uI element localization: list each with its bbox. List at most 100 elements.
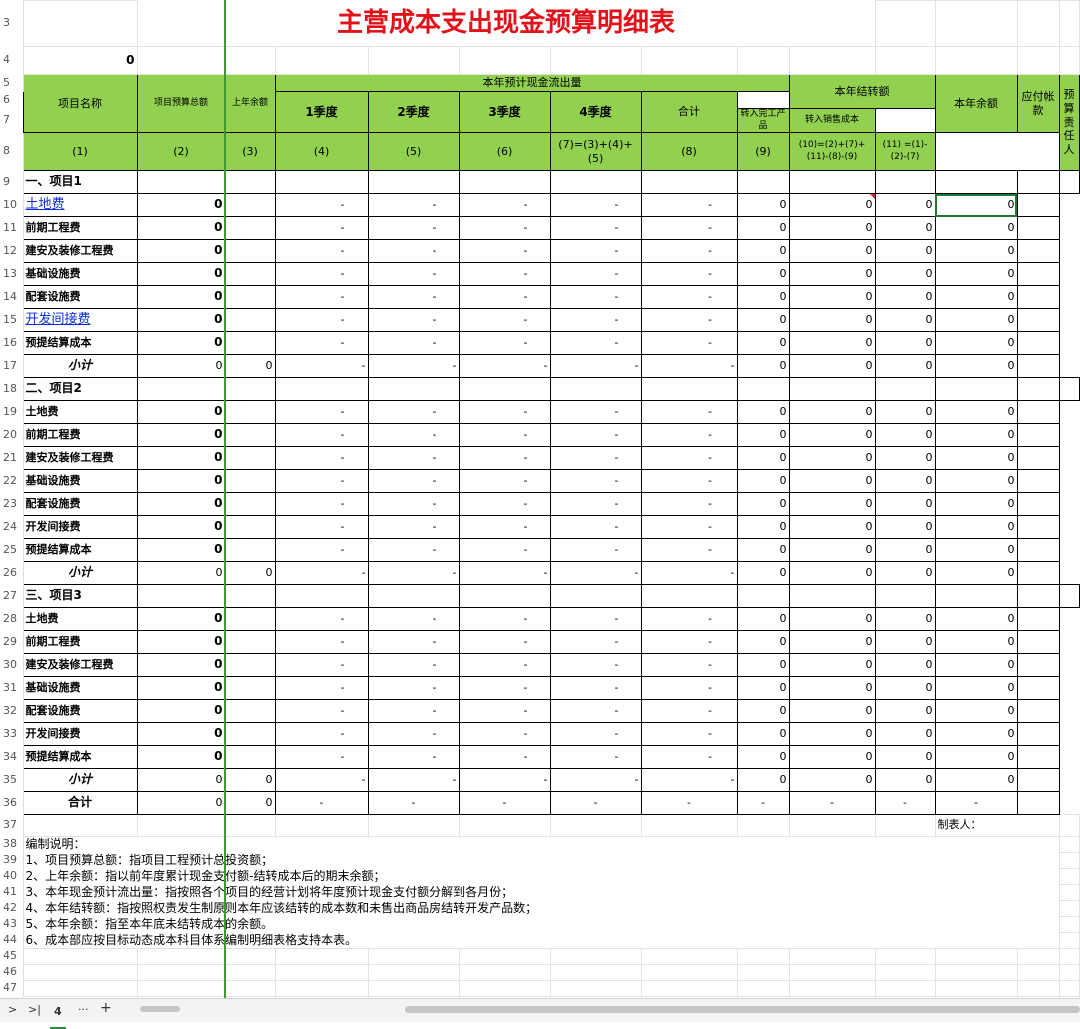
payables-cell[interactable]: 0 — [934, 699, 1018, 723]
subtotal-year-end[interactable]: 0 — [874, 561, 936, 585]
row-header[interactable]: 42 — [0, 900, 24, 917]
cashflow-cell[interactable]: - — [274, 492, 369, 516]
owner-cell[interactable] — [1016, 331, 1060, 355]
empty-cell[interactable] — [136, 814, 226, 837]
year-end-balance-cell[interactable]: 0 — [874, 607, 936, 631]
payables-cell[interactable]: 0 — [934, 676, 1018, 700]
cashflow-cell[interactable]: - — [549, 676, 642, 700]
budget-total-cell[interactable]: 0 — [136, 515, 226, 539]
empty-cell[interactable] — [1058, 814, 1080, 837]
owner-cell[interactable] — [1016, 354, 1060, 378]
year-end-balance-cell[interactable]: 0 — [874, 630, 936, 654]
owner-cell[interactable] — [1016, 630, 1060, 654]
cashflow-cell[interactable]: - — [640, 653, 738, 677]
cashflow-cell[interactable]: - — [640, 607, 738, 631]
cashflow-cell[interactable]: - — [367, 515, 460, 539]
to-finished-cell[interactable]: 0 — [736, 446, 790, 470]
payables-cell[interactable]: 0 — [934, 400, 1018, 424]
item-name[interactable]: 配套设施费 — [22, 699, 138, 723]
row-header[interactable]: 7 — [0, 108, 24, 133]
subtotal-year-end[interactable]: 0 — [874, 354, 936, 378]
row-header[interactable]: 47 — [0, 980, 24, 997]
empty-cell[interactable] — [549, 948, 642, 965]
empty-cell[interactable] — [224, 46, 276, 75]
spreadsheet-grid[interactable]: 3 主营成本支出现金预算明细表 4 0 5 项目名称 项目预算总额 上年余额 本年预计现金流出量… — [0, 0, 1080, 998]
to-finished-cell[interactable]: 0 — [736, 400, 790, 424]
cashflow-cell[interactable]: - — [640, 538, 738, 562]
item-name[interactable]: 配套设施费 — [22, 492, 138, 516]
empty-cell[interactable] — [1058, 836, 1080, 853]
cashflow-cell[interactable]: - — [367, 607, 460, 631]
cashflow-cell[interactable]: - — [274, 446, 369, 470]
subtotal-payables[interactable]: 0 — [934, 354, 1018, 378]
row-header[interactable]: 8 — [0, 132, 24, 171]
row4-value[interactable]: 0 — [22, 46, 138, 75]
cashflow-cell[interactable]: - — [458, 400, 551, 424]
to-finished-cell[interactable]: 0 — [736, 193, 790, 217]
empty-cell[interactable] — [788, 377, 876, 401]
subtotal-to-sales-cost[interactable]: 0 — [788, 561, 876, 585]
cashflow-cell[interactable]: - — [458, 469, 551, 493]
empty-cell[interactable] — [736, 948, 790, 965]
empty-cell[interactable] — [788, 980, 876, 997]
to-sales-cost-cell[interactable]: 0 — [788, 538, 876, 562]
empty-cell[interactable] — [367, 814, 460, 837]
subtotal-cashflow[interactable]: - — [640, 768, 738, 792]
cashflow-cell[interactable]: - — [549, 285, 642, 309]
grand-total-dash[interactable]: - — [934, 791, 1018, 815]
row-header[interactable]: 27 — [0, 584, 24, 608]
empty-cell[interactable] — [874, 814, 936, 837]
empty-cell[interactable] — [458, 46, 551, 75]
subtotal-cashflow[interactable]: - — [367, 561, 460, 585]
empty-cell[interactable] — [367, 980, 460, 997]
empty-cell[interactable] — [458, 814, 551, 837]
row-header[interactable]: 31 — [0, 676, 24, 700]
cashflow-cell[interactable]: - — [549, 745, 642, 769]
owner-cell[interactable] — [1016, 515, 1060, 539]
empty-cell[interactable] — [736, 814, 790, 837]
empty-cell[interactable] — [22, 0, 138, 47]
subtotal-last-year[interactable]: 0 — [224, 561, 276, 585]
year-end-balance-cell[interactable]: 0 — [874, 446, 936, 470]
cashflow-cell[interactable]: - — [640, 469, 738, 493]
cashflow-cell[interactable]: - — [549, 538, 642, 562]
row-header[interactable]: 40 — [0, 868, 24, 885]
section-label[interactable]: 三、项目3 — [22, 584, 138, 608]
subtotal-budget[interactable]: 0 — [136, 768, 226, 792]
cashflow-cell[interactable]: - — [367, 653, 460, 677]
to-sales-cost-cell[interactable]: 0 — [788, 331, 876, 355]
payables-cell[interactable]: 0 — [934, 331, 1018, 355]
cashflow-cell[interactable]: - — [640, 423, 738, 447]
owner-cell[interactable] — [1016, 653, 1060, 677]
last-year-balance-cell[interactable] — [224, 239, 276, 263]
item-name[interactable]: 土地费 — [22, 193, 138, 217]
grand-total-dash[interactable]: - — [736, 791, 790, 815]
empty-cell[interactable] — [788, 814, 876, 837]
year-end-balance-cell[interactable]: 0 — [874, 262, 936, 286]
row-header[interactable]: 38 — [0, 836, 24, 853]
empty-cell[interactable] — [136, 377, 226, 401]
budget-total-cell[interactable]: 0 — [136, 446, 226, 470]
payables-cell[interactable]: 0 — [934, 653, 1018, 677]
empty-cell[interactable] — [934, 964, 1018, 981]
last-year-balance-cell[interactable] — [224, 193, 276, 217]
cashflow-cell[interactable]: - — [458, 285, 551, 309]
cashflow-cell[interactable]: - — [367, 469, 460, 493]
empty-cell[interactable] — [1016, 46, 1060, 75]
empty-cell[interactable] — [274, 980, 369, 997]
payables-cell[interactable]: 0 — [934, 745, 1018, 769]
cashflow-cell[interactable]: - — [274, 423, 369, 447]
item-name[interactable]: 开发间接费 — [22, 722, 138, 746]
last-year-balance-cell[interactable] — [224, 630, 276, 654]
to-finished-cell[interactable]: 0 — [736, 262, 790, 286]
empty-cell[interactable] — [874, 948, 936, 965]
payables-cell[interactable]: 0 — [934, 262, 1018, 286]
empty-cell[interactable] — [136, 46, 226, 75]
cashflow-cell[interactable]: - — [640, 515, 738, 539]
to-sales-cost-cell[interactable]: 0 — [788, 745, 876, 769]
item-name[interactable]: 前期工程费 — [22, 630, 138, 654]
grand-total-dash[interactable]: - — [874, 791, 936, 815]
owner-cell[interactable] — [1016, 699, 1060, 723]
empty-cell[interactable] — [934, 584, 1018, 608]
next-sheet-button[interactable]: > — [8, 1003, 17, 1016]
